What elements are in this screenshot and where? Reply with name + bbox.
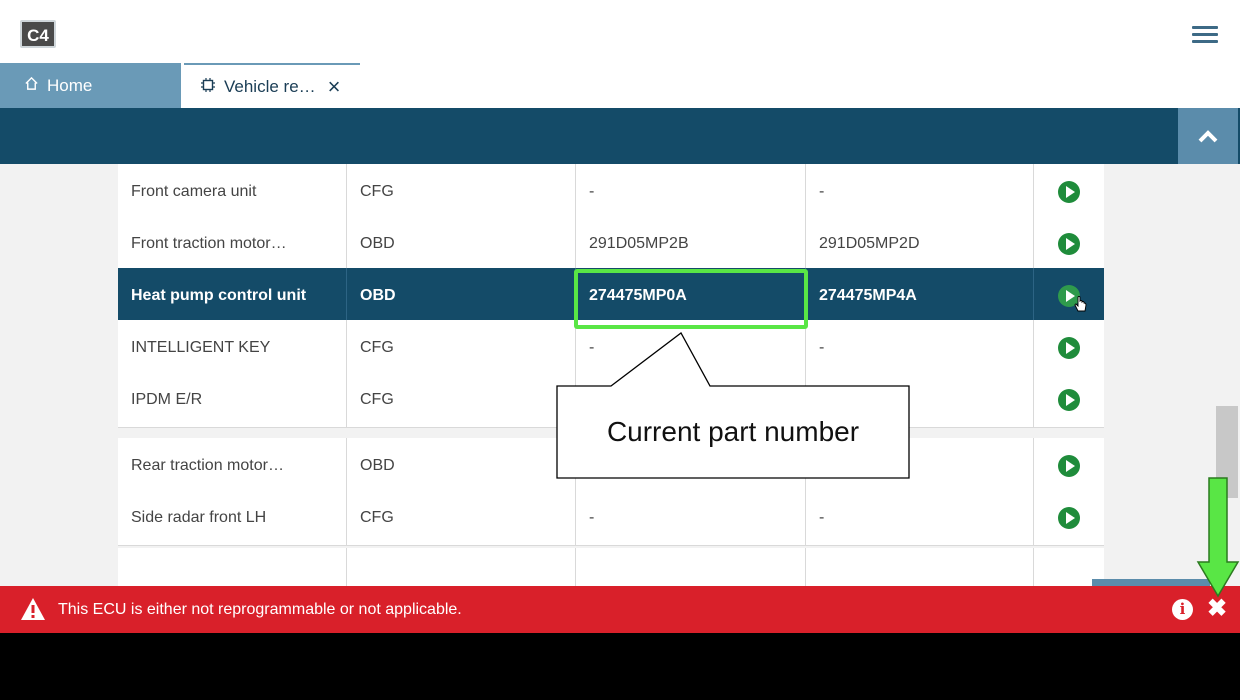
tab-home-label: Home [47,76,93,95]
ecu-name: Front traction motor… [118,216,347,272]
ecu-type: OBD [347,216,576,272]
ecu-type: CFG [347,164,576,220]
header-band [0,108,1240,164]
info-icon[interactable]: i [1172,599,1193,620]
table-row[interactable]: Front camera unit CFG - - [118,164,1104,220]
latest-part-number: - [806,320,1034,376]
close-icon[interactable]: × [328,76,341,98]
play-cell [1034,438,1104,494]
table-row-partial[interactable] [118,548,1104,586]
latest-part-number: - [806,490,1034,546]
error-bar: This ECU is either not reprogrammable or… [0,586,1240,633]
empty-cell [576,548,806,586]
scrollbar-track[interactable] [1216,164,1238,586]
tab-home[interactable]: Home [0,63,181,109]
play-cell [1034,490,1104,546]
scrollbar-thumb[interactable] [1216,406,1238,498]
app-logo: C4 [20,20,56,48]
ecu-type: OBD [347,268,576,324]
latest-part-number: 274475MP4A [806,268,1034,324]
chip-icon [200,77,216,98]
ecu-name: Front camera unit [118,164,347,220]
tab-vehicle-reprogramming[interactable]: Vehicle re… × [184,63,360,109]
chevron-up-icon [1198,130,1218,143]
ecu-type: CFG [347,320,576,376]
play-cell [1034,372,1104,428]
play-cell [1034,164,1104,220]
play-icon[interactable] [1058,181,1080,203]
play-icon[interactable] [1058,337,1080,359]
play-cell [1034,268,1104,324]
play-icon[interactable] [1058,233,1080,255]
ecu-list-area: Front camera unit CFG - - Front traction… [0,164,1240,586]
table-row[interactable]: Side radar front LH CFG - - [118,490,1104,546]
close-x-icon[interactable]: ✖ [1206,596,1228,622]
table-row[interactable]: Front traction motor… OBD 291D05MP2B 291… [118,216,1104,272]
current-part-number: - [576,490,806,546]
current-part-number: 291D05MP2B [576,216,806,272]
footer-black-area [0,633,1240,700]
error-message: This ECU is either not reprogrammable or… [58,600,462,618]
empty-cell [806,548,1034,586]
latest-part-number: 291D05MP2D [806,216,1034,272]
ecu-type: OBD [347,438,576,494]
callout-label: Current part number [606,416,860,447]
ecu-name: Rear traction motor… [118,438,347,494]
collapse-button[interactable] [1178,108,1238,164]
play-cell [1034,216,1104,272]
ecu-name: Side radar front LH [118,490,347,546]
hamburger-menu-icon[interactable] [1192,26,1218,44]
hand-cursor-icon [1074,296,1087,312]
current-part-highlight [574,269,808,329]
play-icon[interactable] [1058,389,1080,411]
tab-vehicle-label: Vehicle re… [224,77,316,96]
top-bar: C4 [0,0,1240,63]
warning-icon [21,598,45,620]
ecu-type: CFG [347,372,576,428]
play-cell [1034,320,1104,376]
empty-cell [347,548,576,586]
play-icon[interactable] [1058,455,1080,477]
ecu-type: CFG [347,490,576,546]
home-icon [24,76,39,96]
current-part-number: - [576,164,806,220]
empty-cell [118,548,347,586]
play-icon[interactable] [1058,507,1080,529]
latest-part-number: - [806,164,1034,220]
ecu-name: IPDM E/R [118,372,347,428]
ecu-name: INTELLIGENT KEY [118,320,347,376]
tab-bar: Home Vehicle re… × [0,63,1240,109]
ecu-name: Heat pump control unit [118,268,347,324]
